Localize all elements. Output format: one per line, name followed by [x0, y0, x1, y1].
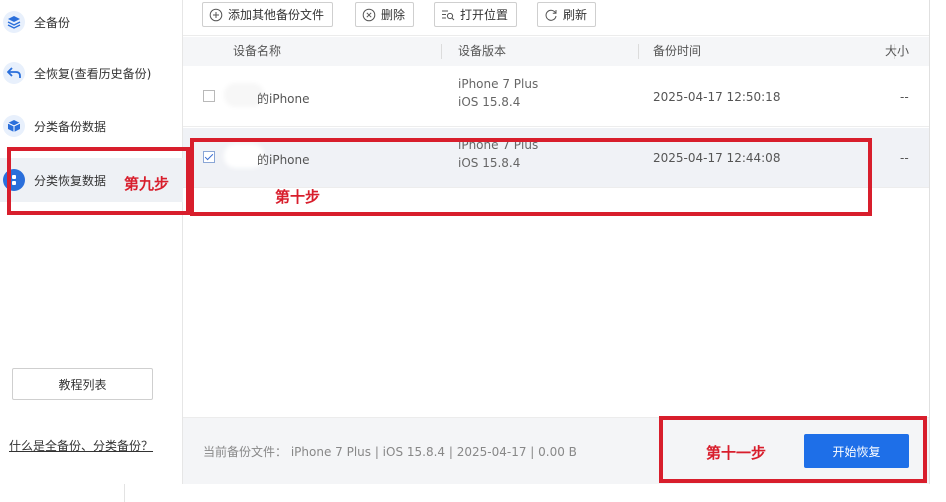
refresh-button[interactable]: 刷新 [537, 2, 597, 27]
column-divider[interactable] [441, 44, 442, 59]
window-edge [929, 0, 946, 484]
annotation-step9: 第九步 [124, 175, 170, 193]
sidebar-item-category-backup[interactable]: 分类备份数据 [0, 104, 183, 148]
device-model: iPhone 7 Plus [458, 77, 539, 91]
delete-button[interactable]: 删除 [355, 2, 415, 27]
refresh-label: 刷新 [563, 8, 588, 22]
close-circle-icon [362, 8, 376, 21]
table-header: 设备名称 设备版本 备份时间 大小 [183, 37, 929, 66]
refresh-icon [545, 9, 557, 21]
layers-icon [3, 11, 25, 33]
plus-circle-icon [209, 8, 223, 21]
annotation-step11: 第十一步 [706, 444, 767, 462]
open-location-button[interactable]: 打开位置 [434, 2, 518, 27]
tutorial-list-button[interactable]: 教程列表 [12, 368, 153, 400]
column-backup-time[interactable]: 备份时间 [653, 37, 701, 66]
add-backup-file-label: 添加其他备份文件 [228, 8, 325, 22]
column-device-name[interactable]: 设备名称 [233, 37, 281, 66]
device-name: 的iPhone [257, 92, 310, 106]
toolbar: 添加其他备份文件 删除 打开位置 刷新 [183, 0, 929, 36]
divider [124, 484, 125, 502]
backup-size: -- [900, 90, 909, 104]
redacted-device-owner [229, 88, 259, 102]
sidebar: 全备份 全恢复(查看历史备份) 分类备份数据 分类恢复数据 教程列表 什么是全备… [0, 0, 183, 484]
device-os: iOS 15.8.4 [458, 95, 521, 109]
main-panel: 添加其他备份文件 删除 打开位置 刷新 设备名称 设备版本 备份时间 大小 的i… [183, 0, 929, 484]
row-checkbox[interactable] [203, 90, 215, 102]
backup-size: -- [900, 151, 909, 165]
undo-arrow-icon [3, 62, 25, 84]
table-row[interactable]: 的iPhone iPhone 7 Plus iOS 15.8.4 2025-04… [183, 67, 929, 127]
help-link[interactable]: 什么是全备份、分类备份？ [9, 437, 153, 454]
current-backup-info: 当前备份文件： iPhone 7 Plus | iOS 15.8.4 | 202… [203, 445, 577, 459]
list-search-icon [442, 10, 455, 20]
backup-time: 2025-04-17 12:50:18 [653, 90, 781, 104]
window-bottom-strip [0, 484, 946, 502]
sidebar-item-full-backup[interactable]: 全备份 [0, 0, 183, 44]
sidebar-item-label: 全备份 [34, 15, 71, 30]
sidebar-item-label: 分类备份数据 [34, 119, 107, 134]
add-backup-file-button[interactable]: 添加其他备份文件 [202, 2, 334, 27]
column-device-version[interactable]: 设备版本 [458, 37, 506, 66]
annotation-step10: 第十步 [275, 188, 321, 206]
delete-label: 删除 [381, 8, 406, 22]
column-divider[interactable] [638, 44, 639, 59]
cube-icon [3, 115, 25, 137]
open-location-label: 打开位置 [460, 8, 509, 22]
sidebar-item-label: 全恢复(查看历史备份) [34, 66, 152, 81]
column-size[interactable]: 大小 [885, 37, 909, 66]
sidebar-item-full-restore[interactable]: 全恢复(查看历史备份) [0, 51, 183, 95]
annotation-box-step11 [659, 416, 927, 483]
